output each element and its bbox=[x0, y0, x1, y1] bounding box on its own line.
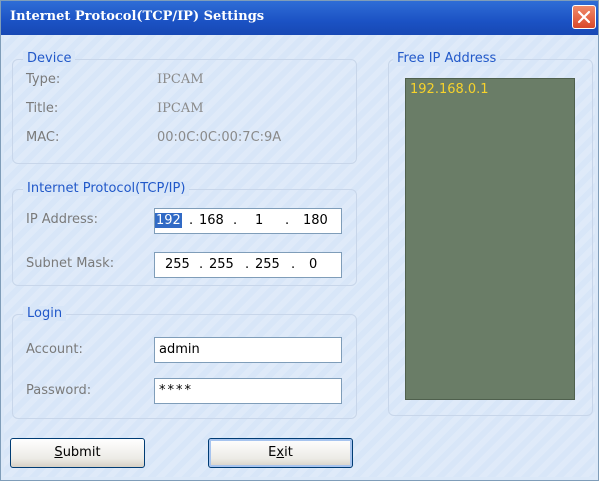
title-bar[interactable]: Internet Protocol(TCP/IP) Settings bbox=[1, 1, 598, 35]
mac-label: MAC: bbox=[26, 130, 60, 145]
tcpip-legend: Internet Protocol(TCP/IP) bbox=[23, 181, 190, 196]
exit-button[interactable]: Exit bbox=[208, 438, 353, 468]
type-label: Type: bbox=[26, 72, 61, 87]
login-group: Login Account: admin Password: **** bbox=[12, 306, 357, 419]
account-label: Account: bbox=[26, 342, 83, 357]
submit-rest: ubmit bbox=[62, 445, 101, 460]
password-input[interactable]: **** bbox=[154, 378, 342, 404]
mask-dot: . bbox=[199, 257, 204, 272]
exit-accel: x bbox=[276, 445, 285, 460]
mask-octet-2[interactable]: 255 bbox=[209, 257, 234, 272]
ip-address-label: IP Address: bbox=[26, 212, 98, 227]
close-icon bbox=[577, 10, 591, 24]
settings-window: Internet Protocol(TCP/IP) Settings Devic… bbox=[0, 0, 599, 481]
ip-octet-2[interactable]: 168 bbox=[199, 213, 224, 228]
subnet-mask-field[interactable]: 255 . 255 . 255 . 0 bbox=[154, 252, 342, 278]
type-value: IPCAM bbox=[157, 72, 204, 87]
account-value: admin bbox=[159, 342, 200, 357]
mask-octet-1[interactable]: 255 bbox=[165, 257, 190, 272]
device-group: Device Type: IPCAM Title: IPCAM MAC: 00:… bbox=[12, 51, 357, 164]
free-ip-group: Free IP Address 192.168.0.1 bbox=[388, 51, 593, 416]
login-legend: Login bbox=[23, 306, 67, 321]
mask-octet-3[interactable]: 255 bbox=[255, 257, 280, 272]
mac-value: 00:0C:0C:00:7C:9A bbox=[157, 130, 282, 145]
free-ip-item[interactable]: 192.168.0.1 bbox=[410, 82, 489, 97]
submit-button[interactable]: Submit bbox=[10, 438, 145, 468]
title-label: Title: bbox=[26, 101, 59, 116]
mask-dot: . bbox=[291, 257, 296, 272]
free-ip-legend: Free IP Address bbox=[393, 51, 501, 66]
ip-dot: . bbox=[233, 213, 238, 228]
dialog-body: Device Type: IPCAM Title: IPCAM MAC: 00:… bbox=[4, 35, 595, 477]
mask-octet-4[interactable]: 0 bbox=[309, 257, 317, 272]
ip-octet-3[interactable]: 1 bbox=[255, 213, 263, 228]
window-title: Internet Protocol(TCP/IP) Settings bbox=[10, 9, 265, 24]
ip-dot: . bbox=[189, 213, 194, 228]
password-label: Password: bbox=[26, 383, 92, 398]
tcpip-group: Internet Protocol(TCP/IP) IP Address: 19… bbox=[12, 181, 357, 286]
free-ip-list[interactable]: 192.168.0.1 bbox=[405, 78, 575, 400]
title-value: IPCAM bbox=[157, 101, 204, 116]
password-value: **** bbox=[159, 383, 193, 398]
device-legend: Device bbox=[23, 51, 76, 66]
exit-rest: it bbox=[284, 445, 293, 460]
mask-dot: . bbox=[245, 257, 250, 272]
subnet-mask-label: Subnet Mask: bbox=[26, 256, 115, 271]
account-input[interactable]: admin bbox=[154, 337, 342, 363]
close-button[interactable] bbox=[572, 5, 596, 29]
submit-accel: S bbox=[54, 445, 63, 460]
ip-dot: . bbox=[285, 213, 290, 228]
ip-octet-4[interactable]: 180 bbox=[303, 213, 328, 228]
ip-octet-1[interactable]: 192 bbox=[155, 213, 182, 228]
ip-address-field[interactable]: 192 . 168 . 1 . 180 bbox=[154, 208, 342, 234]
